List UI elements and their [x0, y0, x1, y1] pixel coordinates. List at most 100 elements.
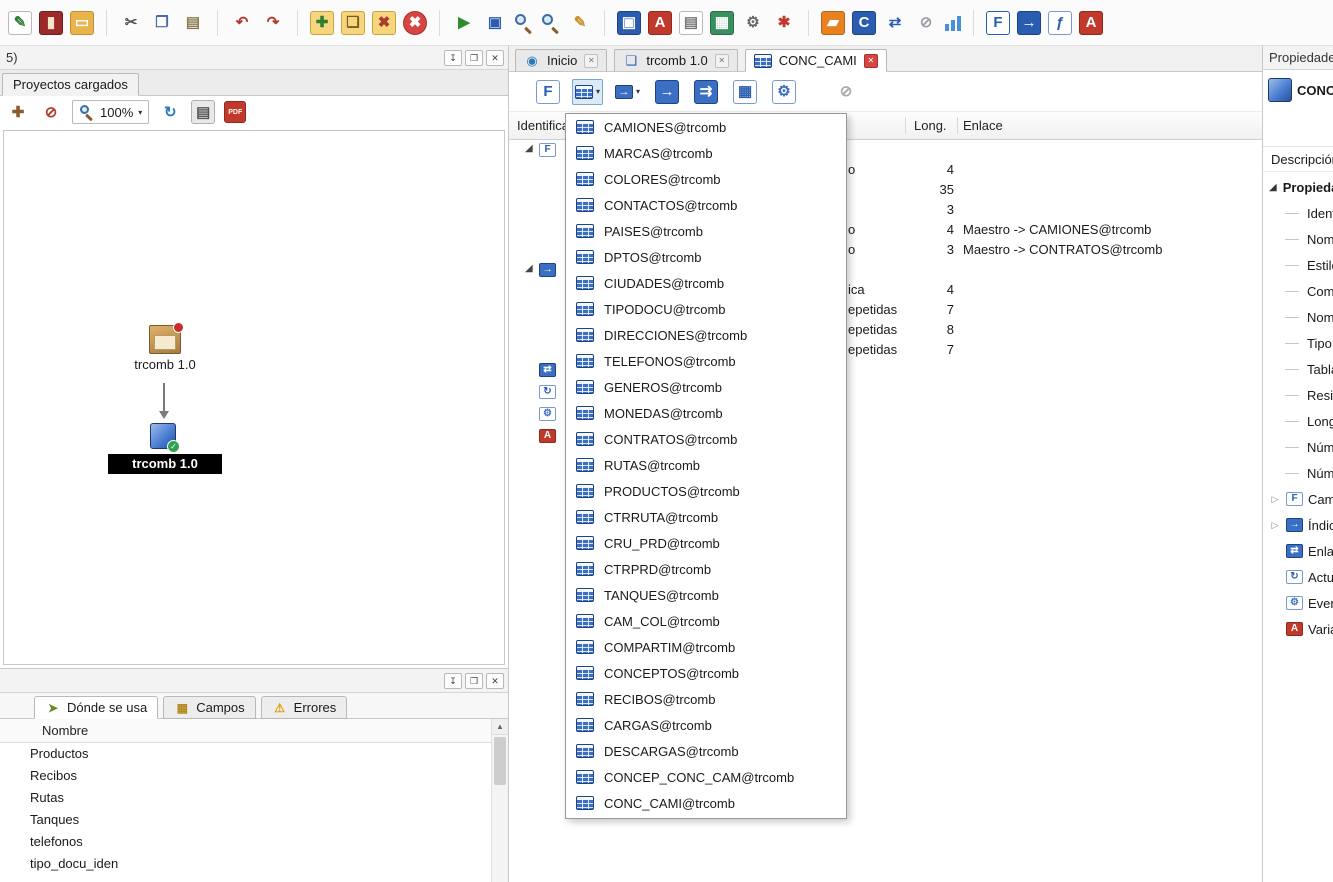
dropdown-item[interactable]: GENEROS@trcomb — [566, 374, 846, 400]
close-tab-icon[interactable]: ✕ — [715, 54, 729, 68]
tab-trcomb-1-0[interactable]: ❑trcomb 1.0✕ — [614, 49, 737, 72]
scroll-up-icon[interactable]: ▲ — [492, 719, 508, 735]
dropdown-item[interactable]: CTRPRD@trcomb — [566, 556, 846, 582]
search-icon[interactable] — [514, 13, 534, 33]
close-button[interactable]: ✕ — [486, 50, 504, 66]
export-pdf-icon[interactable]: PDF — [224, 101, 246, 123]
chart-icon[interactable] — [945, 15, 961, 31]
dropdown-item[interactable]: CTRRUTA@trcomb — [566, 504, 846, 530]
properties-root-row[interactable]: ◢ Propiedades — [1263, 174, 1333, 200]
tab-d-nde-se-usa[interactable]: ➤Dónde se usa — [34, 696, 158, 719]
dropdown-item[interactable]: MARCAS@trcomb — [566, 140, 846, 166]
float-button[interactable]: ❐ — [465, 673, 483, 689]
duplicate-object-icon[interactable]: ❏ — [341, 11, 365, 35]
run-icon[interactable]: ▶ — [452, 11, 476, 35]
new-formula-button[interactable]: ▦ — [730, 79, 760, 105]
indexes-icon[interactable]: → — [1017, 11, 1041, 35]
tab-inicio[interactable]: ◉Inicio✕ — [515, 49, 607, 72]
property-row[interactable]: Tabla — [1263, 356, 1333, 382]
report-icon[interactable]: ▤ — [679, 11, 703, 35]
property-row[interactable]: Número — [1263, 460, 1333, 486]
new-index-button[interactable]: →▾ — [612, 79, 643, 105]
usage-row[interactable]: Rutas — [0, 787, 508, 809]
zoom-select[interactable]: 100%▾ — [72, 100, 149, 124]
dropdown-item[interactable]: DIRECCIONES@trcomb — [566, 322, 846, 348]
expander-icon[interactable]: ◢ — [525, 144, 533, 154]
property-section-row[interactable]: AVariables — [1263, 616, 1333, 642]
cut-icon[interactable]: ✂ — [119, 11, 143, 35]
dropdown-item[interactable]: TANQUES@trcomb — [566, 582, 846, 608]
settings-icon[interactable]: ⚙ — [741, 11, 765, 35]
edit-script-icon[interactable]: ✎ — [568, 11, 592, 35]
property-row[interactable]: Nombre — [1263, 226, 1333, 252]
dropdown-item[interactable]: PRODUCTOS@trcomb — [566, 478, 846, 504]
new-link-button[interactable]: → — [652, 79, 682, 105]
save-icon[interactable]: ▮ — [39, 11, 63, 35]
tab-conc-cami[interactable]: CONC_CAMI✕ — [745, 49, 887, 72]
scroll-thumb[interactable] — [494, 737, 506, 785]
property-row[interactable]: Nombre — [1263, 304, 1333, 330]
plugins-icon[interactable]: ✱ — [772, 11, 796, 35]
dropdown-item[interactable]: CARGAS@trcomb — [566, 712, 846, 738]
new-field-button[interactable]: F — [533, 79, 563, 105]
close-button[interactable]: ✕ — [486, 673, 504, 689]
grab-icon[interactable]: ⊘ — [39, 100, 63, 124]
delete-object-icon[interactable]: ✖ — [372, 11, 396, 35]
class-icon[interactable]: C — [852, 11, 876, 35]
styles-icon[interactable]: A — [648, 11, 672, 35]
dropdown-item[interactable]: PAISES@trcomb — [566, 218, 846, 244]
project-canvas[interactable]: trcomb 1.0 ✓ trcomb 1.0 — [3, 130, 505, 665]
open-project-icon[interactable]: ▭ — [70, 11, 94, 35]
pan-icon[interactable]: ✚ — [6, 100, 30, 124]
fields-icon[interactable]: F — [986, 11, 1010, 35]
expander-icon[interactable]: ◢ — [1269, 182, 1277, 193]
vertical-scrollbar[interactable]: ▲ — [491, 719, 508, 882]
dropdown-item[interactable]: CAMIONES@trcomb — [566, 114, 846, 140]
print-icon[interactable]: ▤ — [191, 100, 215, 124]
property-row[interactable]: Longitud — [1263, 408, 1333, 434]
dropdown-item[interactable]: CIUDADES@trcomb — [566, 270, 846, 296]
redo-icon[interactable]: ↷ — [261, 11, 285, 35]
variables-icon[interactable]: A — [1079, 11, 1103, 35]
dropdown-item[interactable]: COLORES@trcomb — [566, 166, 846, 192]
dropdown-item[interactable]: MONEDAS@trcomb — [566, 400, 846, 426]
property-row[interactable]: Estilo — [1263, 252, 1333, 278]
save-all-icon[interactable]: ▣ — [483, 11, 507, 35]
new-table-button[interactable]: ▾ — [572, 79, 603, 105]
tab-proyectos-cargados[interactable]: Proyectos cargados — [2, 73, 139, 96]
refresh-icon[interactable]: ↻ — [158, 100, 182, 124]
pin-button[interactable]: ↧ — [444, 673, 462, 689]
usage-row[interactable]: telefonos — [0, 831, 508, 853]
dropdown-item[interactable]: CONCEPTOS@trcomb — [566, 660, 846, 686]
float-button[interactable]: ❐ — [465, 50, 483, 66]
property-section-row[interactable]: ↻Actualizaciones — [1263, 564, 1333, 590]
dropdown-item[interactable]: CRU_PRD@trcomb — [566, 530, 846, 556]
property-section-row[interactable]: ▷→Índices — [1263, 512, 1333, 538]
usage-row[interactable]: Productos — [0, 743, 508, 765]
image-icon[interactable]: ▦ — [710, 11, 734, 35]
copy-icon[interactable]: ❐ — [150, 11, 174, 35]
tab-errores[interactable]: ⚠Errores — [261, 696, 348, 719]
sync-icon[interactable]: ⇄ — [883, 11, 907, 35]
dropdown-item[interactable]: CONC_CAMI@trcomb — [566, 790, 846, 816]
dropdown-item[interactable]: CONTRATOS@trcomb — [566, 426, 846, 452]
property-section-row[interactable]: ▷FCampos — [1263, 486, 1333, 512]
close-tab-icon[interactable]: ✕ — [864, 54, 878, 68]
tab-campos[interactable]: ▦Campos — [163, 696, 255, 719]
dropdown-item[interactable]: RUTAS@trcomb — [566, 452, 846, 478]
property-row[interactable]: Número — [1263, 434, 1333, 460]
usage-row[interactable]: Tanques — [0, 809, 508, 831]
dropdown-item[interactable]: CONTACTOS@trcomb — [566, 192, 846, 218]
dropdown-item[interactable]: CONCEP_CONC_CAM@trcomb — [566, 764, 846, 790]
dropdown-item[interactable]: TIPODOCU@trcomb — [566, 296, 846, 322]
undo-icon[interactable]: ↶ — [230, 11, 254, 35]
edit-document-icon[interactable]: ✎ — [8, 11, 32, 35]
dropdown-item[interactable]: TELEFONOS@trcomb — [566, 348, 846, 374]
search-next-icon[interactable] — [541, 13, 561, 33]
instance-node-icon[interactable]: ✓ — [150, 423, 176, 449]
new-event-button[interactable]: ⚙ — [769, 79, 799, 105]
paste-icon[interactable]: ▤ — [181, 11, 205, 35]
property-row[interactable]: Identificador — [1263, 200, 1333, 226]
expander-icon[interactable]: ▷ — [1269, 494, 1281, 505]
property-row[interactable]: Comentarios — [1263, 278, 1333, 304]
